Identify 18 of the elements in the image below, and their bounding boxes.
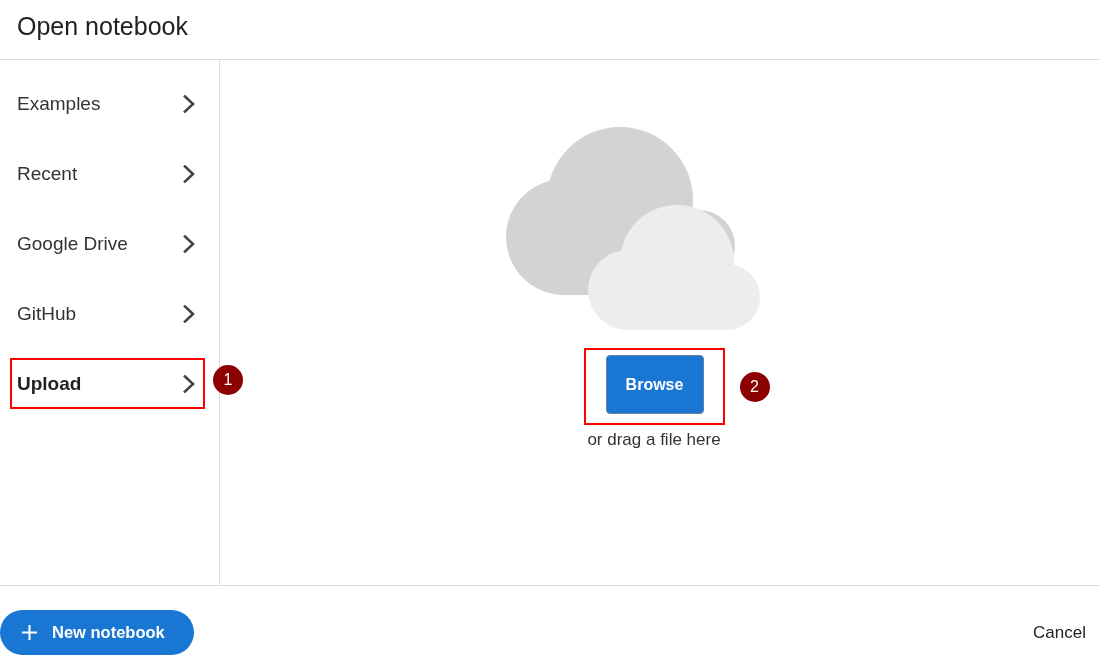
cancel-button[interactable]: Cancel [1021, 614, 1086, 651]
dialog-title: Open notebook [17, 12, 188, 41]
plus-icon [22, 625, 37, 640]
callout-number: 2 [739, 371, 770, 402]
chevron-right-icon [183, 304, 195, 323]
chevron-right-icon [183, 164, 195, 183]
browse-button[interactable]: Browse [605, 355, 704, 414]
sidebar-item[interactable]: Google Drive [10, 218, 205, 269]
chevron-right-icon [183, 234, 195, 253]
sidebar-item[interactable]: Recent [10, 148, 205, 199]
chevron-right-icon [183, 374, 195, 393]
drop-hint: or drag a file here [587, 430, 721, 450]
callout-number: 1 [213, 365, 243, 395]
sidebar-item[interactable]: Examples [10, 78, 205, 129]
new-notebook-button[interactable]: New notebook [0, 610, 194, 655]
sidebar-item[interactable]: Upload [10, 358, 205, 409]
sidebar-item[interactable]: GitHub [10, 288, 205, 339]
chevron-right-icon [183, 94, 195, 113]
